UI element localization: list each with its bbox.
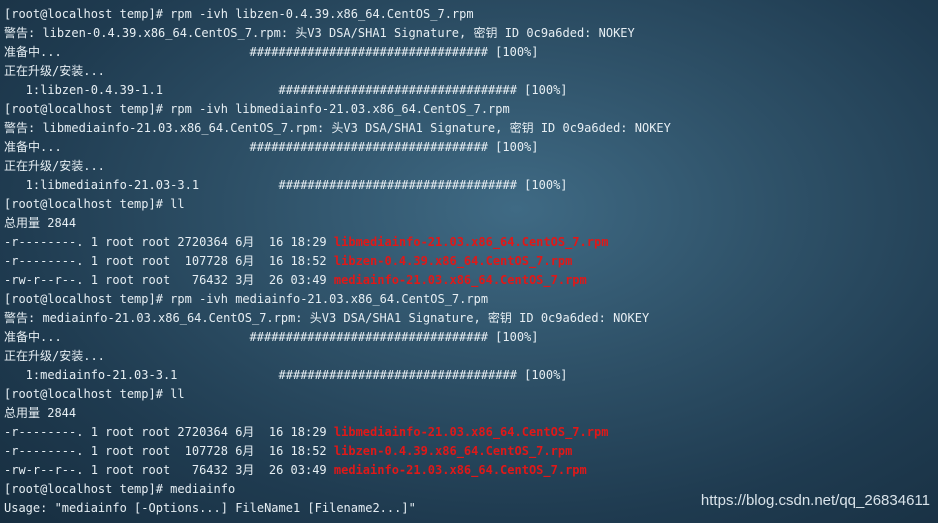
line-text: 准备中... #################################… xyxy=(4,45,539,59)
line-text: 警告: libmediainfo-21.03.x86_64.CentOS_7.r… xyxy=(4,121,671,135)
line-text: -r--------. 1 root root 107728 6月 16 18:… xyxy=(4,444,334,458)
terminal-line: 正在升级/安装... xyxy=(4,347,938,366)
line-text: 1:libmediainfo-21.03-3.1 ###############… xyxy=(4,178,568,192)
terminal-line: 正在升级/安装... xyxy=(4,62,938,81)
terminal-line: -r--------. 1 root root 107728 6月 16 18:… xyxy=(4,442,938,461)
terminal-line: 准备中... #################################… xyxy=(4,138,938,157)
line-text: [root@localhost temp]# ll xyxy=(4,387,185,401)
terminal-line: 1:mediainfo-21.03-3.1 ##################… xyxy=(4,366,938,385)
line-text: 总用量 2844 xyxy=(4,406,77,420)
line-text: 总用量 2844 xyxy=(4,216,77,230)
rpm-filename: mediainfo-21.03.x86_64.CentOS_7.rpm xyxy=(333,273,587,287)
terminal-line: 总用量 2844 xyxy=(4,404,938,423)
terminal-output[interactable]: [root@localhost temp]# rpm -ivh libzen-0… xyxy=(4,5,938,518)
line-text: 准备中... #################################… xyxy=(4,140,539,154)
rpm-filename: libzen-0.4.39.x86_64.CentOS_7.rpm xyxy=(333,444,573,458)
terminal-line: [root@localhost temp]# rpm -ivh libmedia… xyxy=(4,100,938,119)
rpm-filename: libmediainfo-21.03.x86_64.CentOS_7.rpm xyxy=(333,425,609,439)
terminal-line: 总用量 2844 xyxy=(4,214,938,233)
line-text: [root@localhost temp]# ll xyxy=(4,197,185,211)
terminal-line: 1:libzen-0.4.39-1.1 ####################… xyxy=(4,81,938,100)
line-text: 正在升级/安装... xyxy=(4,349,105,363)
line-text: 警告: mediainfo-21.03.x86_64.CentOS_7.rpm:… xyxy=(4,311,650,325)
terminal-line: -r--------. 1 root root 2720364 6月 16 18… xyxy=(4,423,938,442)
line-text: 警告: libzen-0.4.39.x86_64.CentOS_7.rpm: 头… xyxy=(4,26,635,40)
terminal-line: 警告: libzen-0.4.39.x86_64.CentOS_7.rpm: 头… xyxy=(4,24,938,43)
line-text: 正在升级/安装... xyxy=(4,159,105,173)
terminal-line: -rw-r--r--. 1 root root 76432 3月 26 03:4… xyxy=(4,461,938,480)
rpm-filename: mediainfo-21.03.x86_64.CentOS_7.rpm xyxy=(333,463,587,477)
terminal-line: [root@localhost temp]# rpm -ivh libzen-0… xyxy=(4,5,938,24)
terminal-line: [root@localhost temp]# rpm -ivh mediainf… xyxy=(4,290,938,309)
terminal-line: 准备中... #################################… xyxy=(4,43,938,62)
rpm-filename: libmediainfo-21.03.x86_64.CentOS_7.rpm xyxy=(333,235,609,249)
terminal-line: 1:libmediainfo-21.03-3.1 ###############… xyxy=(4,176,938,195)
csdn-watermark: https://blog.csdn.net/qq_26834611 xyxy=(700,492,930,509)
line-text: -r--------. 1 root root 2720364 6月 16 18… xyxy=(4,235,334,249)
line-text: 正在升级/安装... xyxy=(4,64,105,78)
terminal-line: -rw-r--r--. 1 root root 76432 3月 26 03:4… xyxy=(4,271,938,290)
line-text: [root@localhost temp]# rpm -ivh libmedia… xyxy=(4,102,510,116)
line-text: 准备中... #################################… xyxy=(4,330,539,344)
terminal-line: [root@localhost temp]# ll xyxy=(4,385,938,404)
line-text: [root@localhost temp]# rpm -ivh mediainf… xyxy=(4,292,489,306)
rpm-filename: libzen-0.4.39.x86_64.CentOS_7.rpm xyxy=(333,254,573,268)
line-text: 1:mediainfo-21.03-3.1 ##################… xyxy=(4,368,568,382)
line-text: -r--------. 1 root root 107728 6月 16 18:… xyxy=(4,254,334,268)
terminal-line: 警告: mediainfo-21.03.x86_64.CentOS_7.rpm:… xyxy=(4,309,938,328)
line-text: -rw-r--r--. 1 root root 76432 3月 26 03:4… xyxy=(4,273,334,287)
terminal-line: 警告: libmediainfo-21.03.x86_64.CentOS_7.r… xyxy=(4,119,938,138)
line-text: -r--------. 1 root root 2720364 6月 16 18… xyxy=(4,425,334,439)
line-text: [root@localhost temp]# rpm -ivh libzen-0… xyxy=(4,7,474,21)
terminal-line: [root@localhost temp]# ll xyxy=(4,195,938,214)
line-text: Usage: "mediainfo [-Options...] FileName… xyxy=(4,501,416,515)
terminal-line: 准备中... #################################… xyxy=(4,328,938,347)
terminal-line: 正在升级/安装... xyxy=(4,157,938,176)
line-text: 1:libzen-0.4.39-1.1 ####################… xyxy=(4,83,568,97)
terminal-line: -r--------. 1 root root 2720364 6月 16 18… xyxy=(4,233,938,252)
line-text: -rw-r--r--. 1 root root 76432 3月 26 03:4… xyxy=(4,463,334,477)
terminal-line: -r--------. 1 root root 107728 6月 16 18:… xyxy=(4,252,938,271)
line-text: [root@localhost temp]# mediainfo xyxy=(4,482,236,496)
